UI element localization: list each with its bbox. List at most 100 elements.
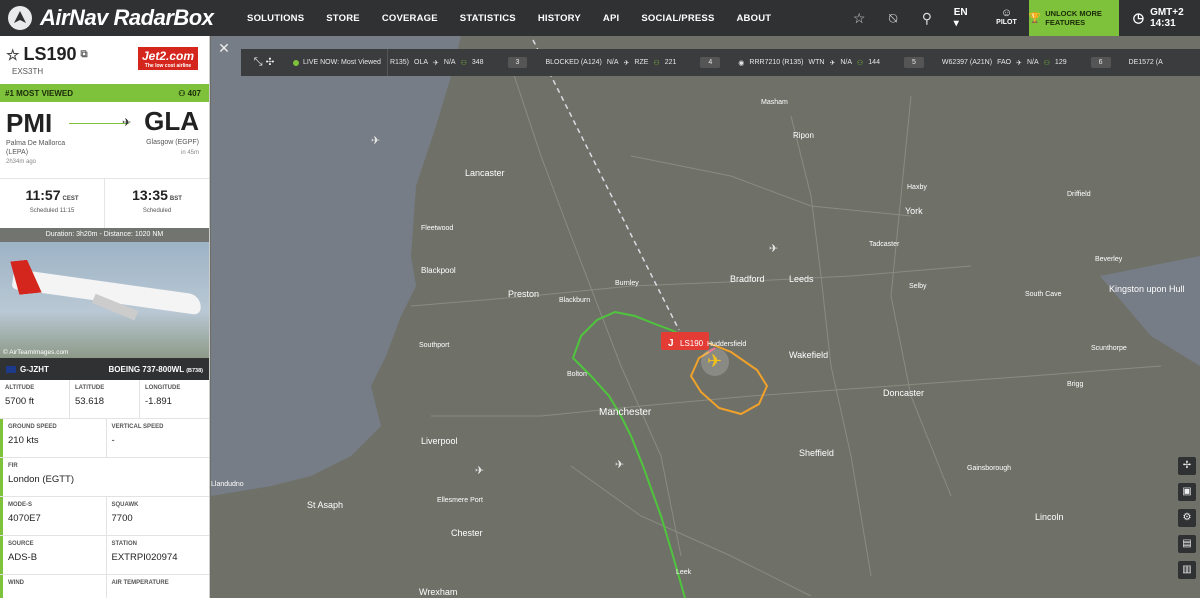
binoculars-icon: ⚇ xyxy=(857,59,864,67)
place-label: Leek xyxy=(676,569,692,576)
clock-value: GMT+2 14:31 xyxy=(1150,7,1184,29)
squawk-cell: SQUAWK 7700 xyxy=(107,497,210,535)
latitude-value: 53.618 xyxy=(75,396,105,407)
ticker-to: N/A xyxy=(840,59,852,66)
times-panel: 11:57 CEST Scheduled 11:15 13:35 BST Sched… xyxy=(0,178,209,228)
live-dot-icon xyxy=(293,59,299,66)
unlock-features-button[interactable]: 🏆 UNLOCK MORE FEATURES xyxy=(1028,0,1119,36)
departure-tz: CEST xyxy=(62,196,79,202)
other-aircraft-icon[interactable]: ✈ xyxy=(475,464,484,477)
place-label: York xyxy=(905,206,923,216)
uk-flag-icon xyxy=(6,365,16,373)
ticker-flight: R135) xyxy=(389,59,410,66)
live-now-label[interactable]: LIVE NOW: Most Viewed xyxy=(287,49,388,76)
flight-tag[interactable]: J LS190 xyxy=(661,332,709,350)
airline-tagline: The low cost airline xyxy=(144,63,192,69)
plane-icon: ✈ xyxy=(433,59,439,67)
logo[interactable]: AirNav RadarBox xyxy=(8,5,220,31)
destination-iata[interactable]: GLA xyxy=(144,106,199,137)
ticker-flight: DE1572 (A xyxy=(1128,59,1163,66)
radar-map[interactable]: ✈ J LS190 Lancaster Fleetwood Blackpool … xyxy=(211,36,1200,598)
binoculars-icon: ⚇ xyxy=(1043,59,1050,67)
place-label: Ellesmere Port xyxy=(437,497,483,504)
language-value: EN xyxy=(953,7,968,18)
route-panel: PMI Palma De Mallorca (LEPA) 2h34m ago ✈… xyxy=(0,102,209,178)
place-label: St Asaph xyxy=(307,500,343,510)
ground-speed-cell: GROUND SPEED 210 kts xyxy=(0,419,107,457)
military-roundel-icon: ◉ xyxy=(738,59,745,67)
ticker-entry[interactable]: BLOCKED (A124) N/A ✈ RZE ⚇ 221 xyxy=(545,59,676,67)
map-filter-button[interactable]: ▥ xyxy=(1178,561,1196,579)
place-label: Southport xyxy=(419,342,449,349)
aircraft-photo[interactable]: © AirTeamImages.com xyxy=(0,242,209,358)
map-fullscreen-button[interactable]: ▤ xyxy=(1178,535,1196,553)
air-temperature-label: AIR TEMPERATURE xyxy=(111,580,169,586)
other-aircraft-icon[interactable]: ✈ xyxy=(371,134,380,147)
nav-social-press[interactable]: SOCIAL/PRESS xyxy=(630,13,725,24)
place-label: Blackburn xyxy=(559,297,590,304)
alerts-icon[interactable]: ⍉ xyxy=(876,10,910,27)
registration[interactable]: G-JZHT xyxy=(20,365,49,374)
nav-store[interactable]: STORE xyxy=(315,13,371,24)
live-now-text: LIVE NOW: Most Viewed xyxy=(303,59,381,66)
flight-sidebar: ☆ LS190 ⧉ EXS3TH Jet2.com The low cost a… xyxy=(0,36,210,598)
clock[interactable]: ◷ GMT+2 14:31 xyxy=(1133,7,1200,29)
airline-logo[interactable]: Jet2.com The low cost airline xyxy=(138,47,198,70)
vertical-speed-value: - xyxy=(111,435,115,446)
place-label: Driffield xyxy=(1067,191,1091,198)
place-label: Lancaster xyxy=(465,168,505,178)
plane-icon: ✈ xyxy=(1016,59,1022,67)
map-settings-button[interactable]: ⚙ xyxy=(1178,509,1196,527)
pilot-button[interactable]: ☺ PILOT xyxy=(996,8,1017,28)
ticker-entry[interactable]: W62397 (A21N) FAO ✈ N/A ⚇ 129 xyxy=(942,59,1067,67)
binoculars-icon: ⚇ xyxy=(178,88,186,98)
ticker-to: N/A xyxy=(443,59,456,66)
app-title: AirNav RadarBox xyxy=(40,5,214,30)
ground-speed-label: GROUND SPEED xyxy=(8,424,57,430)
flight-header: ☆ LS190 ⧉ EXS3TH Jet2.com The low cost a… xyxy=(0,36,209,84)
nav-solutions[interactable]: SOLUTIONS xyxy=(236,13,315,24)
favorite-star-icon[interactable]: ☆ xyxy=(6,46,19,64)
destination-info: Glasgow (EGPF) in 45m xyxy=(146,138,199,158)
nav-statistics[interactable]: STATISTICS xyxy=(449,13,527,24)
station-cell: STATION EXTRPI020974 xyxy=(107,536,210,574)
other-aircraft-icon[interactable]: ✈ xyxy=(769,242,778,255)
zoom-in-button[interactable]: ✢ xyxy=(1178,457,1196,475)
destination-name: Glasgow (EGPF) xyxy=(146,139,199,146)
ticker-entry[interactable]: DE1572 (A xyxy=(1129,59,1163,66)
place-label: Huddersfield xyxy=(707,341,746,348)
mode-s-label: MODE-S xyxy=(8,502,32,508)
ticker-views: 348 xyxy=(471,59,484,66)
trophy-icon: 🏆 xyxy=(1028,12,1042,24)
squawk-value: 7700 xyxy=(111,513,133,524)
collapse-ticker-icon[interactable]: ⤡ ✣ xyxy=(241,56,287,69)
map-layers-button[interactable]: ▣ xyxy=(1178,483,1196,501)
jet2-tag-icon: J xyxy=(668,338,674,349)
nav-api[interactable]: API xyxy=(592,13,630,24)
ticker-entry[interactable]: ◉ RRR7210 (R135) WTN ✈ N/A ⚇ 144 xyxy=(738,59,880,67)
search-icon[interactable]: ⚲ xyxy=(910,10,944,27)
source-value: ADS-B xyxy=(8,552,38,563)
ticker-rank: 5 xyxy=(903,57,924,68)
departure-time-block: 11:57 CEST Scheduled 11:15 xyxy=(0,179,104,228)
clock-icon: ◷ xyxy=(1132,10,1145,25)
altitude-cell: ALTITUDE 5700 ft xyxy=(0,380,70,418)
route-line xyxy=(69,123,129,124)
close-panel-button[interactable]: ✕ xyxy=(212,38,236,58)
nav-about[interactable]: ABOUT xyxy=(726,13,783,24)
place-label: Liverpool xyxy=(421,436,458,446)
airline-logo-text: Jet2.com xyxy=(141,49,195,63)
favorites-star-icon[interactable]: ☆ xyxy=(842,10,876,27)
most-viewed-bar: #1 MOST VIEWED ⚇ 407 xyxy=(0,84,209,102)
place-label: Wakefield xyxy=(789,350,828,360)
nav-history[interactable]: HISTORY xyxy=(527,13,592,24)
vertical-speed-label: VERTICAL SPEED xyxy=(111,424,164,430)
external-link-icon[interactable]: ⧉ xyxy=(81,49,88,60)
nav-coverage[interactable]: COVERAGE xyxy=(371,13,449,24)
ticker-rank: 6 xyxy=(1090,57,1111,68)
ticker-rank: 3 xyxy=(507,57,528,68)
aircraft-map-icon[interactable]: ✈ xyxy=(707,351,722,371)
language-select[interactable]: EN ▾ xyxy=(954,7,974,29)
ticker-entry[interactable]: R135) OLA ✈ N/A ⚇ 348 xyxy=(390,59,484,67)
other-aircraft-icon[interactable]: ✈ xyxy=(615,458,624,471)
